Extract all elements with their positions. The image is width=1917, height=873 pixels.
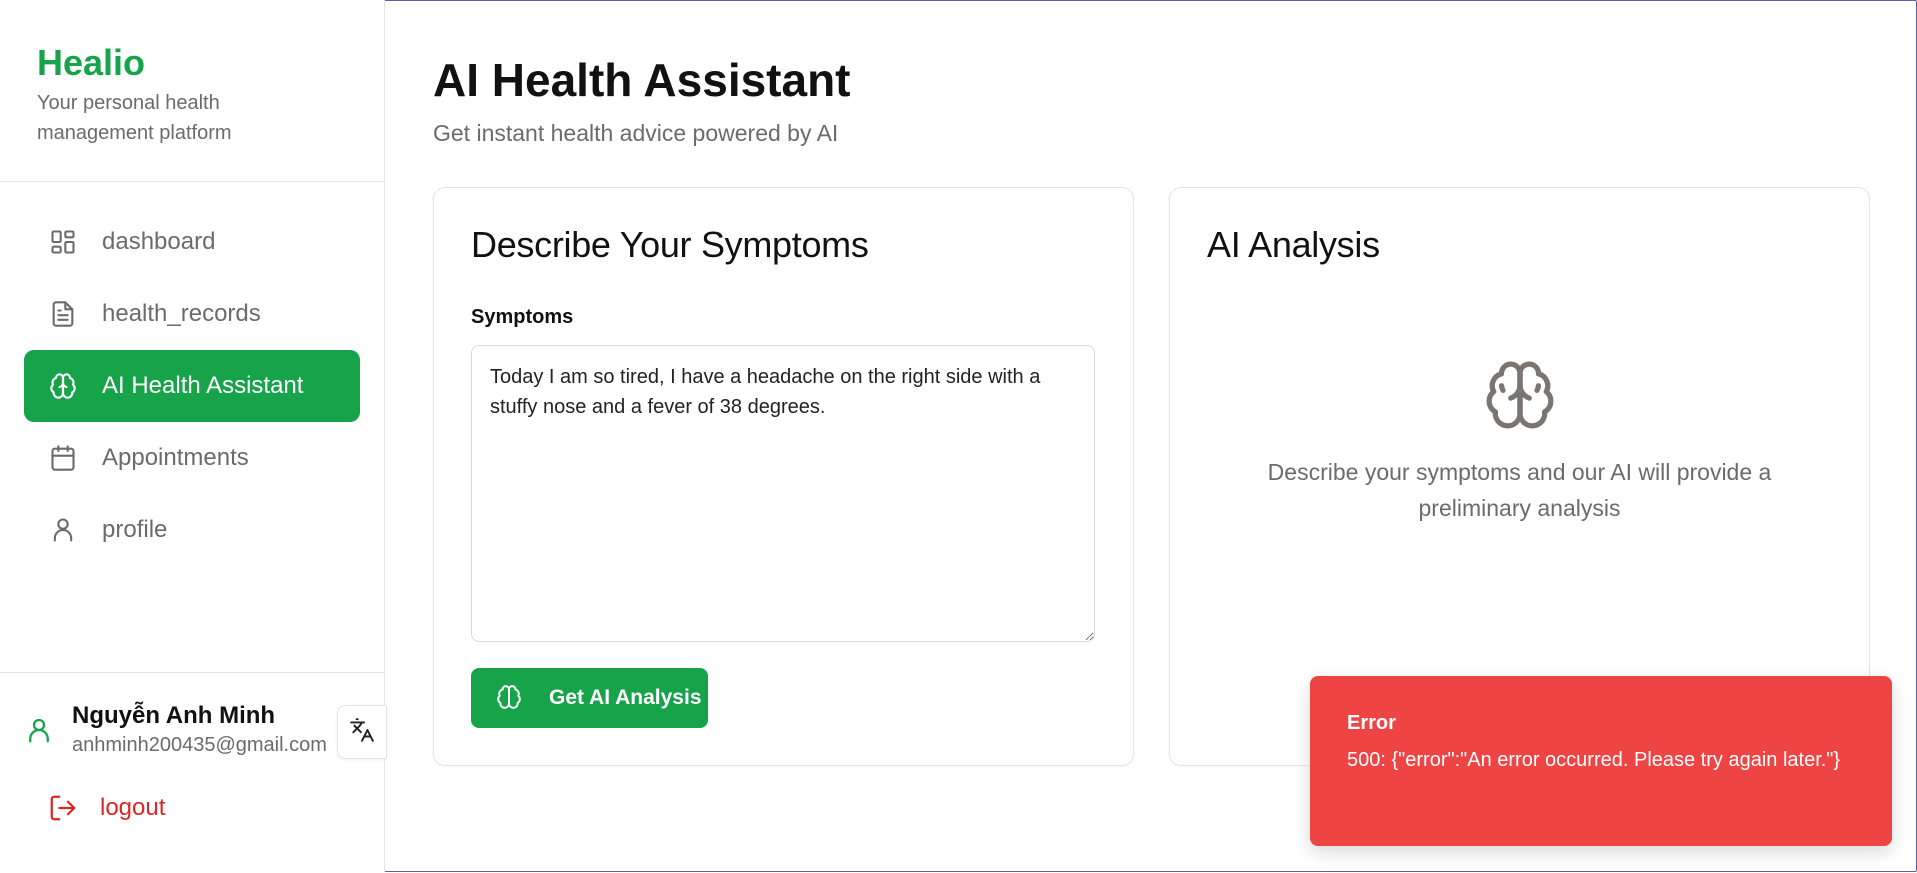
sidebar-item-label: AI Health Assistant	[102, 372, 304, 399]
sidebar-item-appointments[interactable]: Appointments	[24, 422, 360, 494]
sidebar-item-ai-health-assistant[interactable]: AI Health Assistant	[24, 350, 360, 422]
logout-label: logout	[100, 794, 166, 821]
toast-message: 500: {"error":"An error occurred. Please…	[1347, 749, 1841, 771]
symptoms-card-title: Describe Your Symptoms	[471, 224, 869, 265]
page-subtitle: Get instant health advice powered by AI	[433, 120, 839, 146]
error-toast[interactable]: Error 500: {"error":"An error occurred. …	[1310, 676, 1892, 846]
sidebar-item-profile[interactable]: profile	[24, 494, 360, 566]
sidebar-item-label: health_records	[102, 300, 261, 327]
brain-icon	[48, 371, 78, 401]
page-title: AI Health Assistant	[433, 54, 851, 106]
symptoms-label: Symptoms	[471, 306, 574, 328]
get-ai-analysis-button[interactable]: Get AI Analysis	[471, 668, 708, 728]
get-ai-analysis-label: Get AI Analysis	[549, 686, 702, 709]
brain-icon	[495, 684, 523, 712]
logout-button[interactable]: logout	[48, 793, 165, 823]
document-icon	[48, 299, 78, 329]
analysis-empty-text: Describe your symptoms and our AI will p…	[1267, 459, 1772, 521]
sidebar-item-label: profile	[102, 516, 168, 543]
dashboard-grid-icon	[48, 227, 78, 257]
sidebar-item-label: Appointments	[102, 444, 249, 471]
logout-icon	[48, 793, 78, 823]
user-icon	[48, 515, 78, 545]
sidebar-nav: dashboard health_records AI Health Assis…	[24, 206, 360, 566]
brand-name[interactable]: Healio	[37, 42, 347, 84]
user-section: Nguyễn Anh Minh anhminh200435@gmail.com …	[0, 672, 387, 873]
analysis-empty-state: Describe your symptoms and our AI will p…	[1170, 358, 1869, 526]
language-toggle-button[interactable]	[337, 705, 387, 759]
user-info: Nguyễn Anh Minh anhminh200435@gmail.com	[24, 701, 327, 759]
brand: Healio Your personal health management p…	[0, 0, 384, 182]
sidebar-item-label: dashboard	[102, 228, 216, 255]
sidebar: Healio Your personal health management p…	[0, 0, 387, 873]
toast-title: Error	[1347, 712, 1396, 734]
calendar-icon	[48, 443, 78, 473]
analysis-card-title: AI Analysis	[1207, 224, 1380, 265]
sidebar-item-dashboard[interactable]: dashboard	[24, 206, 360, 278]
user-email: anhminh200435@gmail.com	[72, 734, 327, 756]
brain-icon	[1483, 358, 1557, 432]
symptoms-card: Describe Your Symptoms Symptoms Today I …	[433, 187, 1134, 766]
sidebar-item-health-records[interactable]: health_records	[24, 278, 360, 350]
symptoms-textarea[interactable]: Today I am so tired, I have a headache o…	[471, 345, 1095, 642]
brand-tagline: Your personal health management platform	[37, 92, 232, 144]
translate-icon	[349, 717, 375, 748]
user-name: Nguyễn Anh Minh	[72, 702, 276, 729]
user-avatar-icon	[24, 715, 54, 745]
